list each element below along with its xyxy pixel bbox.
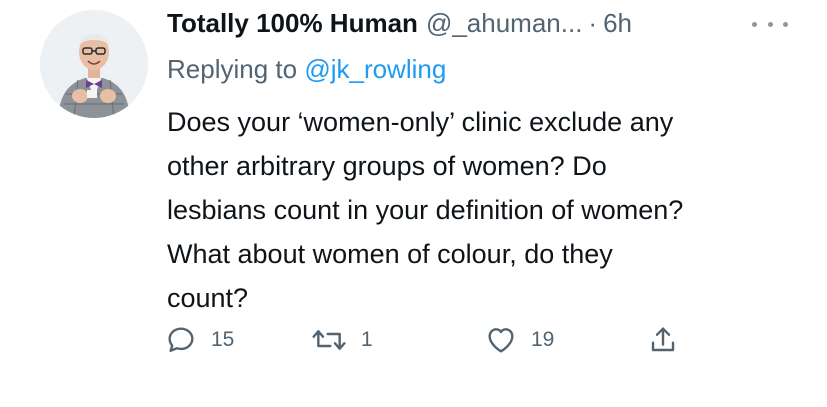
tweet-text-line: What about women of colour, do they xyxy=(167,239,613,269)
replying-to-label: Replying to xyxy=(167,54,305,84)
reply-bubble-icon xyxy=(168,327,194,352)
more-horizontal-icon xyxy=(767,21,773,27)
tweet-header: Totally 100% Human @_ahuman... · 6h xyxy=(167,3,787,43)
tweet-text: Does your ‘women-only’ clinic exclude an… xyxy=(167,100,807,320)
avatar-image xyxy=(40,10,148,118)
reply-to-handle-link[interactable]: @jk_rowling xyxy=(304,54,446,84)
reply-count: 15 xyxy=(211,328,235,351)
heart-icon xyxy=(488,328,514,353)
avatar[interactable] xyxy=(40,10,148,118)
more-horizontal-icon xyxy=(752,21,757,27)
tweet-text-line: Does your ‘women-only’ clinic exclude an… xyxy=(167,107,674,137)
tweet-text-line: other arbitrary groups of women? Do xyxy=(167,151,607,181)
timestamp[interactable]: 6h xyxy=(603,3,632,43)
share-button[interactable] xyxy=(647,322,679,358)
reply-button[interactable]: 15 xyxy=(165,322,234,358)
replying-to: Replying to @jk_rowling xyxy=(167,51,446,87)
retweet-count: 1 xyxy=(361,328,373,351)
retweet-button[interactable]: 1 xyxy=(311,322,373,358)
display-name[interactable]: Totally 100% Human xyxy=(167,3,418,43)
more-horizontal-icon xyxy=(783,21,788,27)
share-upload-icon xyxy=(651,327,675,352)
retweet-icon xyxy=(312,330,346,350)
like-button[interactable]: 19 xyxy=(485,322,554,358)
tweet-text-line: lesbians count in your definition of wom… xyxy=(167,195,684,225)
tweet[interactable]: Totally 100% Human @_ahuman... · 6h Repl… xyxy=(0,0,827,407)
tweet-text-line: count? xyxy=(167,283,249,313)
tweet-actions: 15 1 19 xyxy=(165,322,685,358)
separator-dot: · xyxy=(588,8,598,38)
like-count: 19 xyxy=(531,328,555,351)
more-options-button[interactable] xyxy=(752,14,788,34)
user-handle[interactable]: @_ahuman... xyxy=(426,3,582,43)
